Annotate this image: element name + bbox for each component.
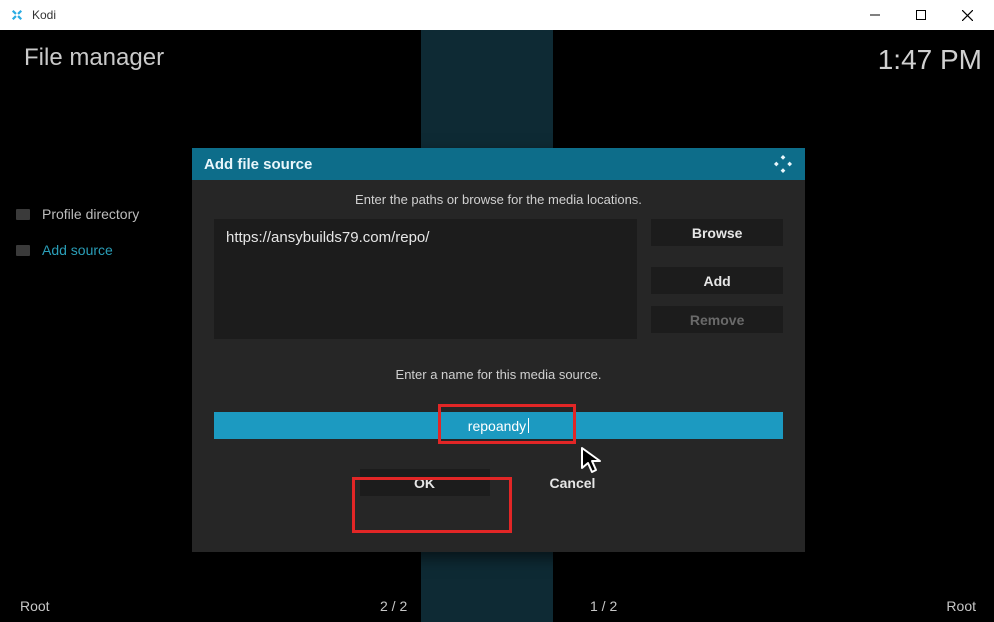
cancel-button[interactable]: Cancel (508, 469, 638, 496)
ok-button[interactable]: OK (360, 469, 490, 496)
app-frame: File manager 1:47 PM Profile directory A… (0, 30, 994, 622)
dialog-body: Enter the paths or browse for the media … (192, 192, 805, 552)
sidebar-item-profile[interactable]: Profile directory (16, 206, 139, 222)
folder-icon (16, 245, 30, 256)
name-instruction: Enter a name for this media source. (214, 367, 783, 382)
close-button[interactable] (944, 0, 990, 30)
minimize-button[interactable] (852, 0, 898, 30)
add-button[interactable]: Add (651, 267, 783, 294)
sidebar-item-add-source[interactable]: Add source (16, 242, 139, 258)
footer-right-root: Root (946, 598, 976, 614)
folder-icon (16, 209, 30, 220)
browse-button[interactable]: Browse (651, 219, 783, 246)
dialog-title: Add file source (204, 156, 312, 173)
clock: 1:47 PM (878, 44, 982, 76)
kodi-icon (8, 6, 26, 24)
footer-left-root: Root (20, 598, 50, 614)
text-caret (528, 418, 529, 433)
remove-button: Remove (651, 306, 783, 333)
window-titlebar: Kodi (0, 0, 994, 30)
window-controls (852, 0, 990, 30)
side-buttons: Browse Add Remove (651, 219, 783, 339)
path-input[interactable]: https://ansybuilds79.com/repo/ (214, 219, 637, 339)
header: File manager 1:47 PM (24, 44, 982, 76)
sidebar-item-label: Profile directory (42, 206, 139, 222)
dialog-header: Add file source (192, 148, 805, 180)
sidebar-item-label: Add source (42, 242, 113, 258)
footer: Root 2 / 2 1 / 2 Root (20, 598, 976, 614)
source-name-input[interactable]: repoandy (214, 412, 783, 439)
kodi-logo-icon (773, 154, 793, 174)
sidebar-list: Profile directory Add source (16, 206, 139, 278)
page-title: File manager (24, 44, 164, 72)
paths-instruction: Enter the paths or browse for the media … (214, 192, 783, 207)
footer-pager-left: 2 / 2 (380, 598, 407, 614)
name-input-wrap: repoandy (214, 412, 783, 439)
add-file-source-dialog: Add file source Enter the paths or brows… (192, 148, 805, 552)
footer-pager-right: 1 / 2 (590, 598, 617, 614)
dialog-bottom-buttons: OK Cancel (214, 469, 783, 496)
maximize-button[interactable] (898, 0, 944, 30)
window-title: Kodi (32, 8, 56, 22)
path-area: https://ansybuilds79.com/repo/ Browse Ad… (214, 219, 783, 339)
